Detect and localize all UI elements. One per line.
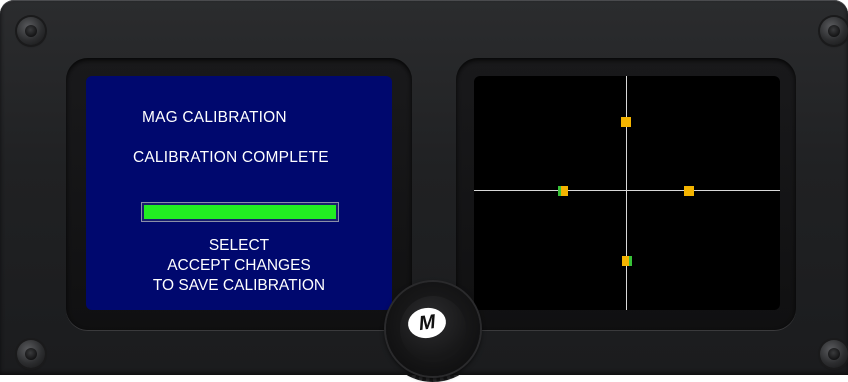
screw-icon-bottom-left [17, 340, 45, 368]
instruction-line: ACCEPT CHANGES [167, 257, 311, 274]
screw-icon-top-left [17, 17, 45, 45]
control-knob[interactable]: M [380, 276, 486, 382]
calibration-status: CALIBRATION COMPLETE [133, 149, 329, 166]
screw-icon-bottom-right [820, 340, 848, 368]
calibration-marker-right [684, 186, 694, 196]
calibration-display: MAG CALIBRATION CALIBRATION COMPLETE SEL… [86, 76, 392, 310]
instruction-line: TO SAVE CALIBRATION [152, 277, 326, 294]
vertical-axis [626, 76, 627, 310]
knob-logo-text: M [417, 310, 437, 336]
display-title: MAG CALIBRATION [142, 109, 287, 126]
calibration-marker-left [558, 186, 568, 196]
calibration-marker-bottom [622, 256, 632, 266]
calibration-marker-top [621, 117, 631, 127]
horizontal-axis [474, 190, 780, 191]
instruction-line: SELECT [208, 237, 270, 254]
calibration-progress-bar [141, 202, 339, 222]
avionics-panel: MAG CALIBRATION CALIBRATION COMPLETE SEL… [0, 0, 848, 382]
instructions: SELECT ACCEPT CHANGES TO SAVE CALIBRATIO… [86, 236, 392, 296]
calibration-plot-display [474, 76, 780, 310]
screw-icon-top-right [820, 17, 848, 45]
progress-fill [144, 205, 336, 219]
